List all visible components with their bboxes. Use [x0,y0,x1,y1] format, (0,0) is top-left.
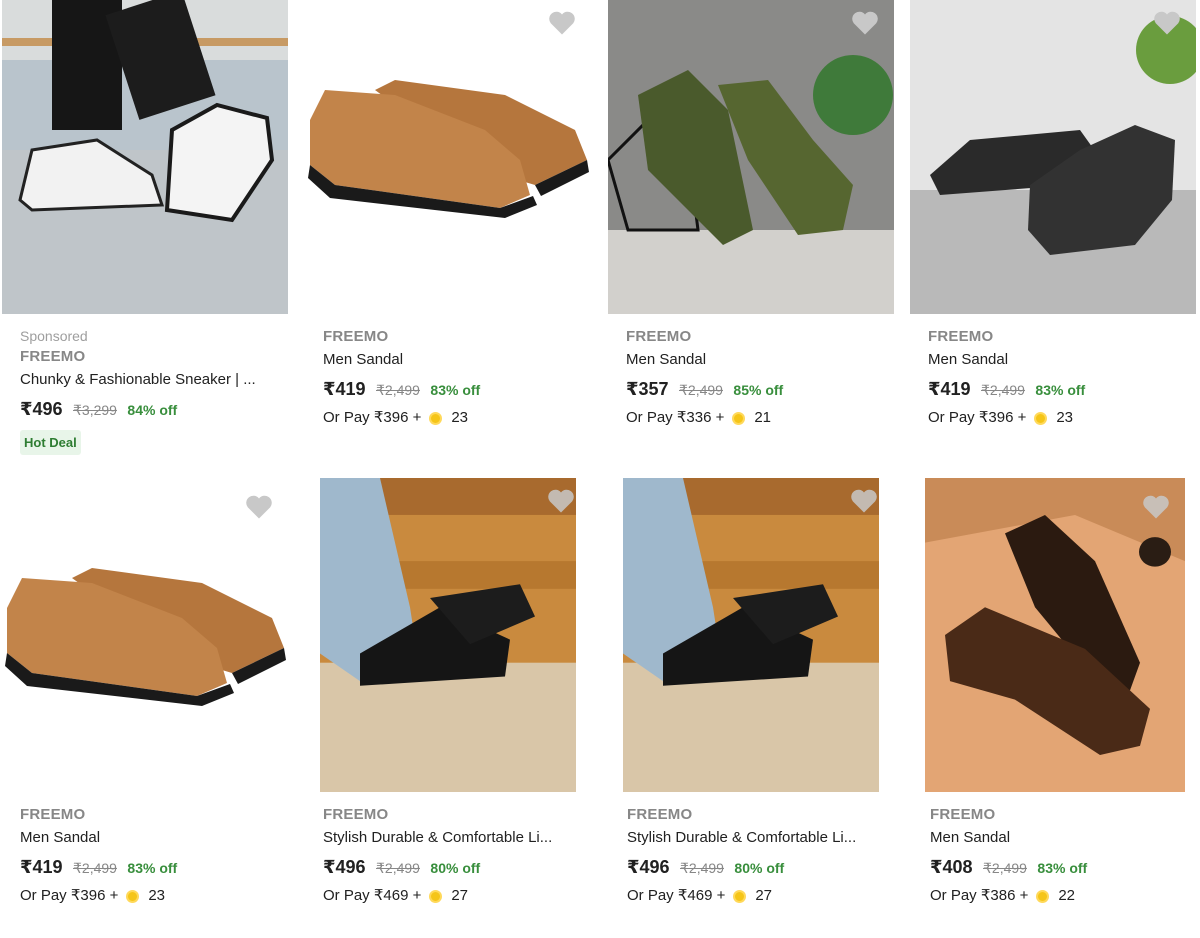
or-pay-text: Or Pay ₹396 + [20,887,119,904]
product-discount: 80% off [430,860,481,876]
product-price: ₹496 [323,857,366,877]
product-brand: FREEMO [930,806,996,823]
sponsored-label: Sponsored [20,328,88,344]
product-card[interactable]: Sponsored FREEMO Chunky & Fashionable Sn… [2,0,292,460]
product-mrp: ₹2,499 [376,860,420,876]
product-image-black-sneaker[interactable] [623,478,879,792]
product-image-tan-sandal[interactable] [305,0,591,314]
product-image-tan-sandal[interactable] [2,478,288,792]
coin-count: 23 [1056,409,1074,426]
product-discount: 80% off [734,860,785,876]
product-discount: 84% off [127,402,178,418]
product-mrp: ₹2,499 [73,860,117,876]
product-price: ₹419 [323,379,366,399]
supercoin-icon [732,411,746,425]
supercoin-icon [429,411,443,425]
product-image-black-sandal[interactable] [910,0,1196,314]
coin-count: 22 [1058,887,1076,904]
or-pay-text: Or Pay ₹396 + [928,409,1027,426]
product-mrp: ₹2,499 [679,382,723,398]
product-brand: FREEMO [928,328,994,345]
or-pay-text: Or Pay ₹386 + [930,887,1029,904]
product-discount: 85% off [733,382,784,398]
hot-deal-badge: Hot Deal [20,430,81,455]
or-pay-text: Or Pay ₹396 + [323,409,422,426]
product-brand: FREEMO [626,328,692,345]
wishlist-heart-icon[interactable] [547,8,577,36]
product-card[interactable]: FREEMO Men Sandal ₹419 ₹2,499 83% off Or… [305,0,595,460]
product-card[interactable]: FREEMO Men Sandal ₹419 ₹2,499 83% off Or… [910,0,1200,460]
product-mrp: ₹3,299 [73,402,117,418]
coin-count: 27 [451,887,469,904]
coin-count: 21 [754,409,772,426]
product-image-olive-sandal[interactable] [608,0,894,314]
product-price: ₹357 [626,379,669,399]
product-card[interactable]: FREEMO Men Sandal ₹419 ₹2,499 83% off Or… [2,478,292,938]
product-image-black-sneaker[interactable] [320,478,576,792]
product-price: ₹408 [930,857,973,877]
wishlist-heart-icon[interactable] [849,486,879,514]
product-brand: FREEMO [627,806,693,823]
supercoin-icon [1036,889,1050,903]
product-brand: FREEMO [323,328,389,345]
product-mrp: ₹2,499 [983,860,1027,876]
product-brand: FREEMO [323,806,389,823]
or-pay-text: Or Pay ₹336 + [626,409,725,426]
product-image-white-sneaker[interactable] [2,0,288,314]
product-title[interactable]: Men Sandal [928,348,1190,372]
product-discount: 83% off [430,382,481,398]
product-brand: FREEMO [20,806,86,823]
coin-count: 23 [148,887,166,904]
or-pay-text: Or Pay ₹469 + [627,887,726,904]
product-price: ₹496 [627,857,670,877]
wishlist-heart-icon[interactable] [1141,492,1171,520]
product-title[interactable]: Chunky & Fashionable Sneaker | ... [20,368,282,392]
product-card[interactable]: FREEMO Stylish Durable & Comfortable Li.… [320,478,610,938]
product-brand: FREEMO [20,348,86,365]
product-price: ₹496 [20,399,63,419]
coin-count: 27 [755,887,773,904]
wishlist-heart-icon[interactable] [546,486,576,514]
wishlist-heart-icon[interactable] [850,8,880,36]
product-card[interactable]: FREEMO Stylish Durable & Comfortable Li.… [623,478,913,938]
product-image-brown-loafer[interactable] [925,478,1185,792]
wishlist-heart-icon[interactable] [1152,8,1182,36]
wishlist-heart-icon[interactable] [244,492,274,520]
product-title[interactable]: Stylish Durable & Comfortable Li... [627,826,889,850]
product-title[interactable]: Men Sandal [323,348,585,372]
product-mrp: ₹2,499 [376,382,420,398]
product-price: ₹419 [928,379,971,399]
product-discount: 83% off [127,860,178,876]
product-mrp: ₹2,499 [981,382,1025,398]
supercoin-icon [1034,411,1048,425]
supercoin-icon [126,889,140,903]
product-discount: 83% off [1035,382,1086,398]
product-title[interactable]: Men Sandal [20,826,282,850]
product-price: ₹419 [20,857,63,877]
or-pay-text: Or Pay ₹469 + [323,887,422,904]
product-title[interactable]: Men Sandal [930,826,1192,850]
product-title[interactable]: Men Sandal [626,348,888,372]
product-card[interactable]: FREEMO Men Sandal ₹357 ₹2,499 85% off Or… [608,0,898,460]
supercoin-icon [429,889,443,903]
supercoin-icon [733,889,747,903]
product-discount: 83% off [1037,860,1088,876]
product-card[interactable]: FREEMO Men Sandal ₹408 ₹2,499 83% off Or… [925,478,1200,938]
product-mrp: ₹2,499 [680,860,724,876]
product-title[interactable]: Stylish Durable & Comfortable Li... [323,826,585,850]
coin-count: 23 [451,409,469,426]
